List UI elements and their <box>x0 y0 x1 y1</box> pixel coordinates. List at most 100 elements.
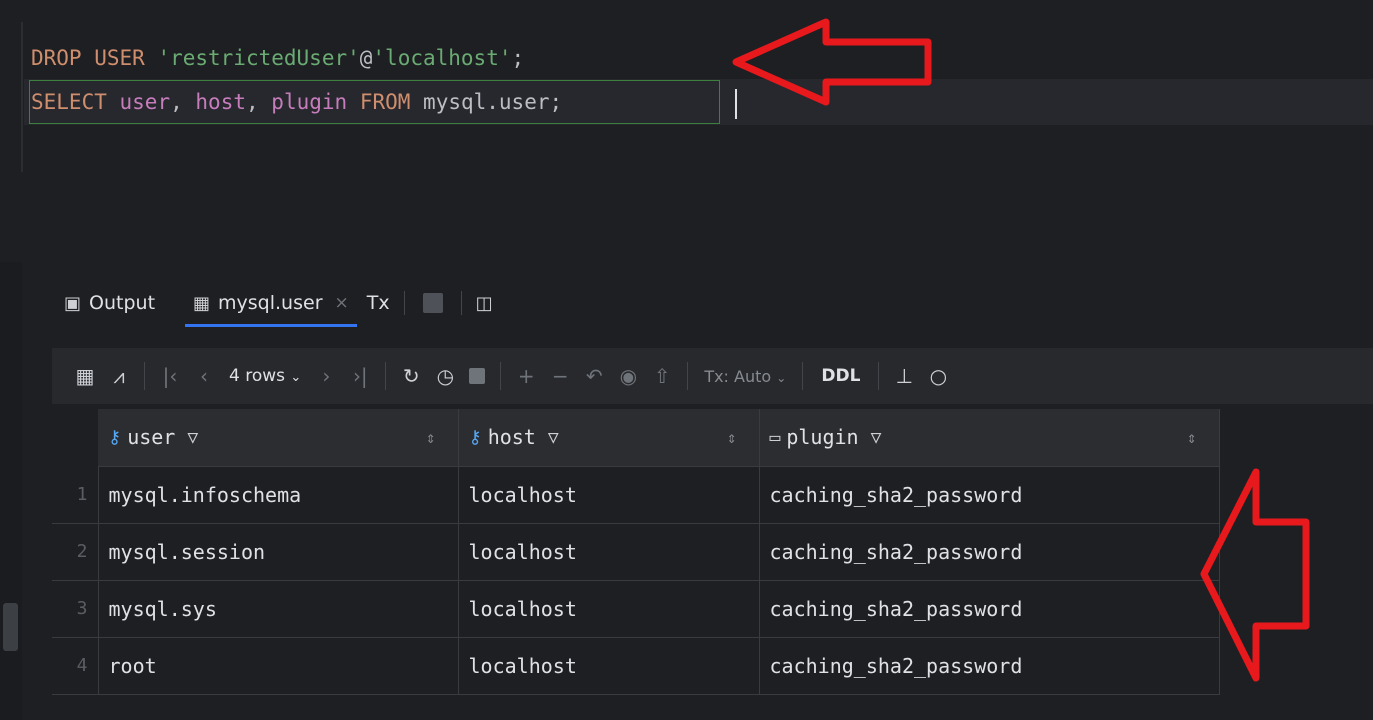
table-name: mysql.user <box>423 90 550 114</box>
column-host: host <box>195 90 246 114</box>
key-column-icon: ⚷ <box>108 426 122 448</box>
sort-icon[interactable]: ⇕ <box>426 428 436 447</box>
add-row-icon[interactable]: + <box>509 356 543 396</box>
history-clock-icon[interactable]: ◷ <box>428 356 462 396</box>
revert-icon[interactable]: ↶ <box>577 356 611 396</box>
tx-mode-dropdown[interactable]: Tx: Auto ⌄ <box>696 367 794 386</box>
column-icon: ▭ <box>769 426 781 448</box>
first-page-icon[interactable]: |‹ <box>153 356 187 396</box>
results-toolbar: ▦ ⩘ |‹ ‹ 4 rows ⌄ › ›| ↻ ◷ + − ↶ ◉ ⇧ Tx:… <box>52 348 1373 404</box>
layout-icon: ◫ <box>475 292 493 314</box>
search-icon[interactable]: ○ <box>921 356 955 396</box>
rows-count-label: 4 rows <box>229 366 285 386</box>
toolbar-separator <box>500 362 502 390</box>
preview-changes-icon[interactable]: ◉ <box>611 356 645 396</box>
cell-plugin[interactable]: caching_sha2_password <box>759 523 1220 581</box>
submit-icon[interactable]: ⇧ <box>645 356 679 396</box>
tab-mysql-user-label: mysql.user <box>218 292 323 314</box>
column-header-user[interactable]: ⚷ user ▽ ⇕ <box>98 409 459 467</box>
keyword-drop-user: DROP USER <box>31 46 145 70</box>
cell-plugin[interactable]: caching_sha2_password <box>759 466 1220 524</box>
stop-square <box>469 368 486 384</box>
column-user: user <box>119 90 171 114</box>
toolbar-separator <box>385 362 387 390</box>
cell-host[interactable]: localhost <box>458 580 760 638</box>
layout-toggle-button[interactable]: ◫ <box>470 283 507 323</box>
ddl-button[interactable]: DDL <box>811 366 870 386</box>
tool-window-handle[interactable] <box>3 603 18 651</box>
cell-plugin[interactable]: caching_sha2_password <box>759 637 1220 695</box>
previous-page-icon[interactable]: ‹ <box>187 356 221 396</box>
filter-icon[interactable]: ▽ <box>548 427 559 448</box>
column-plugin: plugin <box>271 90 348 114</box>
delete-row-icon[interactable]: − <box>543 356 577 396</box>
tab-tx-label: Tx <box>366 292 390 314</box>
toolbar-separator <box>144 362 145 390</box>
semicolon: ; <box>549 90 563 114</box>
refresh-icon[interactable]: ↻ <box>394 356 428 396</box>
cell-user[interactable]: root <box>98 637 459 695</box>
cell-user[interactable]: mysql.session <box>98 523 459 581</box>
toolbar-separator <box>687 362 689 390</box>
tab-tx[interactable]: Tx <box>361 283 396 323</box>
keyword-from: FROM <box>359 90 411 114</box>
toolbar-separator <box>878 362 880 390</box>
last-page-icon[interactable]: ›| <box>343 356 377 396</box>
key-column-icon: ⚷ <box>468 426 482 448</box>
cell-plugin[interactable]: caching_sha2_password <box>759 580 1220 638</box>
column-header-label: user <box>127 425 176 450</box>
column-header-host[interactable]: ⚷ host ▽ ⇕ <box>458 409 760 467</box>
column-header-label: plugin <box>786 425 859 450</box>
row-number: 3 <box>52 580 99 638</box>
cell-host[interactable]: localhost <box>458 637 760 695</box>
annotation-arrow-left <box>1200 468 1310 682</box>
keyword-select: SELECT <box>31 90 107 114</box>
sql-editor[interactable]: DROP USER 'restrictedUser'@'localhost'; … <box>0 0 1373 175</box>
chart-view-icon[interactable]: ⩘ <box>102 356 136 396</box>
code-line-select[interactable]: SELECT user, host, plugin FROM mysql.use… <box>31 81 562 123</box>
pin-icon[interactable]: ⊥ <box>887 356 921 396</box>
column-header-label: host <box>487 425 536 450</box>
row-number: 2 <box>52 523 99 581</box>
tab-output-label: Output <box>89 292 156 314</box>
table-row[interactable]: 2 mysql.session localhost caching_sha2_p… <box>52 523 1220 581</box>
table-view-icon[interactable]: ▦ <box>68 356 102 396</box>
row-number: 1 <box>52 466 99 524</box>
table-row[interactable]: 3 mysql.sys localhost caching_sha2_passw… <box>52 580 1220 638</box>
at-sign: @ <box>359 46 373 70</box>
editor-gutter <box>21 22 23 172</box>
stop-icon[interactable] <box>422 293 443 313</box>
code-line-drop-user[interactable]: DROP USER 'restrictedUser'@'localhost'; <box>31 37 524 79</box>
close-tab-icon[interactable]: × <box>335 293 349 313</box>
next-page-icon[interactable]: › <box>309 356 343 396</box>
semicolon: ; <box>511 46 525 70</box>
comma: , <box>170 90 183 114</box>
tab-output[interactable]: ▣ Output <box>52 283 167 323</box>
tab-mysql-user[interactable]: ▦ mysql.user × <box>181 283 361 327</box>
cell-host[interactable]: localhost <box>458 466 760 524</box>
table-row[interactable]: 4 root localhost caching_sha2_password <box>52 637 1220 695</box>
row-number: 4 <box>52 637 99 695</box>
tool-window-strip <box>0 262 22 720</box>
rows-count-dropdown[interactable]: 4 rows ⌄ <box>221 366 309 386</box>
console-output-icon: ▣ <box>64 292 82 314</box>
string-host: 'localhost' <box>372 46 512 70</box>
comma: , <box>245 90 259 114</box>
annotation-arrow-left <box>732 18 932 106</box>
cell-user[interactable]: mysql.sys <box>98 580 459 638</box>
tab-separator <box>403 291 405 315</box>
cell-host[interactable]: localhost <box>458 523 760 581</box>
table-grid-icon: ▦ <box>193 292 211 314</box>
table-row[interactable]: 1 mysql.infoschema localhost caching_sha… <box>52 466 1220 524</box>
cell-user[interactable]: mysql.infoschema <box>98 466 459 524</box>
stop-icon[interactable] <box>462 356 492 396</box>
filter-icon[interactable]: ▽ <box>187 427 198 448</box>
chevron-down-icon: ⌄ <box>776 370 787 385</box>
column-header-plugin[interactable]: ▭ plugin ▽ ⇕ <box>759 409 1220 467</box>
tx-mode-label: Tx: Auto <box>704 366 772 386</box>
chevron-down-icon: ⌄ <box>290 370 302 385</box>
filter-icon[interactable]: ▽ <box>871 427 882 448</box>
row-number-header <box>52 409 98 466</box>
sort-icon[interactable]: ⇕ <box>1187 428 1197 447</box>
sort-icon[interactable]: ⇕ <box>727 428 737 447</box>
